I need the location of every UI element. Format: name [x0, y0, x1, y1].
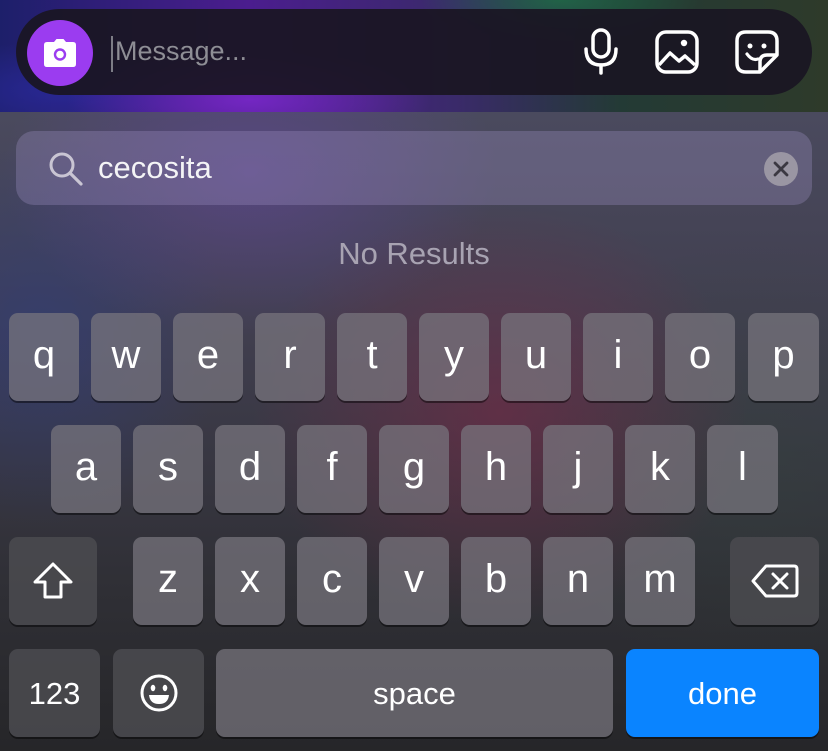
key-o[interactable]: o	[665, 313, 735, 401]
key-l[interactable]: l	[707, 425, 778, 513]
backspace-icon	[751, 564, 798, 598]
key-g[interactable]: g	[379, 425, 449, 513]
key-n[interactable]: n	[543, 537, 613, 625]
camera-icon	[44, 39, 76, 67]
key-y[interactable]: y	[419, 313, 489, 401]
backspace-key[interactable]	[730, 537, 819, 625]
key-c[interactable]: c	[297, 537, 367, 625]
image-icon	[655, 30, 699, 74]
key-q[interactable]: q	[9, 313, 79, 401]
key-a[interactable]: a	[51, 425, 121, 513]
key-p[interactable]: p	[748, 313, 819, 401]
search-field[interactable]: cecosita	[16, 131, 812, 205]
sticker-search-panel: cecosita No Results q w e r t y u i o p …	[0, 112, 828, 751]
key-u[interactable]: u	[501, 313, 571, 401]
key-m[interactable]: m	[625, 537, 695, 625]
search-query[interactable]: cecosita	[98, 149, 212, 187]
key-k[interactable]: k	[625, 425, 695, 513]
emoji-icon	[140, 674, 177, 712]
key-z[interactable]: z	[133, 537, 203, 625]
message-bar	[16, 9, 812, 95]
key-e[interactable]: e	[173, 313, 243, 401]
key-r[interactable]: r	[255, 313, 325, 401]
key-w[interactable]: w	[91, 313, 161, 401]
done-key[interactable]: done	[626, 649, 819, 737]
space-key[interactable]: space	[216, 649, 613, 737]
clear-search-button[interactable]	[764, 152, 798, 186]
text-cursor	[111, 36, 113, 72]
key-h[interactable]: h	[461, 425, 531, 513]
microphone-icon	[584, 28, 618, 75]
key-f[interactable]: f	[297, 425, 367, 513]
no-results-label: No Results	[338, 236, 490, 271]
camera-button[interactable]	[27, 20, 93, 86]
key-s[interactable]: s	[133, 425, 203, 513]
shift-key[interactable]	[9, 537, 97, 625]
microphone-button[interactable]	[576, 27, 626, 77]
clear-icon	[773, 161, 789, 177]
sticker-icon	[735, 30, 779, 74]
key-i[interactable]: i	[583, 313, 653, 401]
numbers-key[interactable]: 123	[9, 649, 100, 737]
search-icon	[49, 152, 83, 186]
gallery-button[interactable]	[652, 27, 702, 77]
key-d[interactable]: d	[215, 425, 285, 513]
key-b[interactable]: b	[461, 537, 531, 625]
emoji-key[interactable]	[113, 649, 204, 737]
key-t[interactable]: t	[337, 313, 407, 401]
sticker-button[interactable]	[732, 27, 782, 77]
message-input[interactable]	[115, 29, 555, 73]
key-v[interactable]: v	[379, 537, 449, 625]
key-j[interactable]: j	[543, 425, 613, 513]
shift-icon	[33, 562, 73, 599]
key-x[interactable]: x	[215, 537, 285, 625]
